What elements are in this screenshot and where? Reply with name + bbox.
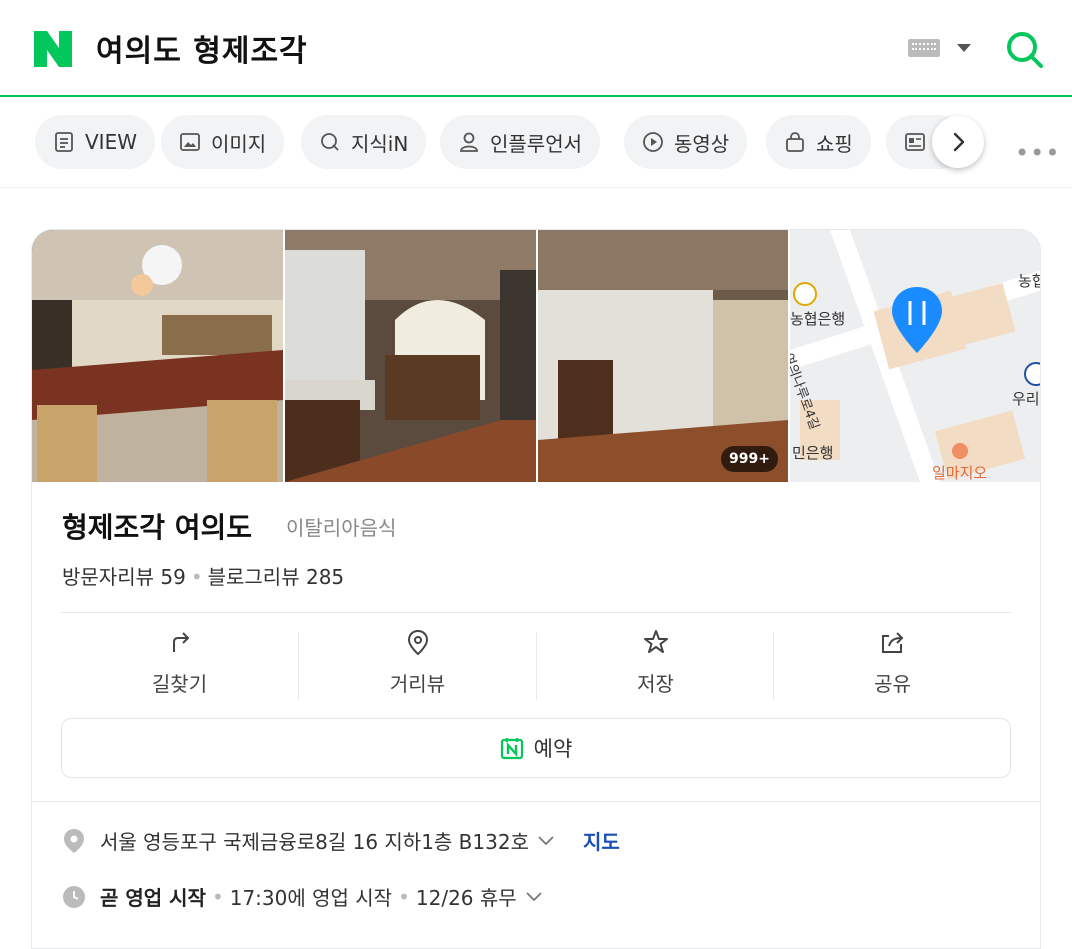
photo-strip: 999+ 농협은행 여의나루로4길 농협 — [32, 230, 1040, 482]
tab-influencer[interactable]: 인플루언서 — [440, 115, 600, 169]
map-label: 우리 — [1012, 390, 1040, 408]
place-category: 이탈리아음식 — [286, 516, 397, 540]
tabs-next-button[interactable] — [932, 116, 984, 168]
save-button[interactable]: 저장 — [537, 628, 774, 702]
streetview-icon — [407, 629, 428, 656]
location-pin-icon — [64, 828, 84, 853]
blog-review-label: 블로그리뷰 — [207, 565, 300, 589]
photo-count-badge[interactable]: 999+ — [721, 446, 778, 472]
tab-video[interactable]: 동영상 — [624, 115, 748, 169]
review-summary: 방문자리뷰 59 • 블로그리뷰 285 — [62, 561, 344, 590]
image-icon — [180, 133, 200, 151]
tab-label: VIEW — [85, 130, 137, 154]
search-icon[interactable] — [1004, 29, 1044, 69]
chevron-down-icon[interactable] — [525, 891, 543, 903]
tab-label: 이미지 — [211, 131, 267, 156]
map-label: 농협은행 — [790, 310, 846, 328]
visitor-review-count: 59 — [160, 565, 186, 589]
streetview-button[interactable]: 거리뷰 — [299, 628, 536, 702]
address-text[interactable]: 서울 영등포구 국제금융로8길 16 지하1층 B132호 — [100, 826, 529, 855]
business-status: 곧 영업 시작 — [100, 886, 206, 910]
reserve-label: 예약 — [533, 737, 573, 761]
map-thumbnail[interactable]: 농협은행 여의나루로4길 농협 우리 일마지오 민은행 — [790, 230, 1040, 482]
play-icon — [643, 132, 663, 152]
tab-kin[interactable]: 지식iN — [301, 115, 427, 169]
tab-shopping[interactable]: 쇼핑 — [766, 115, 871, 169]
share-button[interactable]: 공유 — [774, 628, 1011, 702]
action-label: 공유 — [874, 672, 911, 696]
q-icon — [321, 133, 339, 151]
chevron-right-icon — [953, 132, 965, 152]
map-label: 민은행 — [792, 444, 834, 462]
tab-label: 쇼핑 — [816, 131, 853, 156]
tab-image[interactable]: 이미지 — [161, 115, 285, 169]
naver-logo[interactable] — [34, 31, 72, 67]
person-icon — [460, 132, 478, 152]
chevron-down-icon[interactable] — [537, 835, 555, 847]
map-pin-icon — [892, 287, 942, 353]
separator-dot: • — [398, 884, 410, 909]
action-label: 거리뷰 — [389, 672, 446, 696]
separator-dot: • — [211, 884, 224, 909]
holiday-text[interactable]: 12/26 휴무 — [416, 882, 517, 911]
place-name[interactable]: 형제조각 여의도 — [62, 506, 252, 546]
tab-view[interactable]: VIEW — [35, 115, 155, 169]
blog-review-link[interactable]: 블로그리뷰 285 — [208, 565, 345, 589]
blog-review-count: 285 — [305, 565, 345, 589]
directions-icon — [172, 632, 189, 652]
directions-button[interactable]: 길찾기 — [61, 628, 298, 702]
photo-image — [32, 230, 283, 482]
tab-label: 지식iN — [351, 131, 409, 156]
photo-hallway[interactable]: 999+ — [538, 230, 788, 482]
bag-icon — [786, 132, 804, 152]
separator-dot: • — [190, 565, 203, 589]
news-icon — [905, 133, 925, 151]
photo-image — [285, 230, 536, 482]
map-label: 농협 — [1018, 272, 1040, 290]
tab-label: 동영상 — [674, 131, 730, 156]
divider — [61, 612, 1011, 613]
visitor-review-label: 방문자리뷰 — [62, 565, 154, 589]
visitor-review-link[interactable]: 방문자리뷰 59 — [62, 565, 186, 589]
photo-image — [538, 230, 788, 482]
divider — [32, 801, 1040, 802]
photo-counter[interactable] — [285, 230, 536, 482]
hours-row: 곧 영업 시작 • 17:30에 영업 시작 • 12/26 휴무 — [62, 882, 557, 911]
photo-bar[interactable] — [32, 230, 283, 482]
more-icon[interactable]: ••• — [1015, 139, 1060, 167]
address-row: 서울 영등포구 국제금융로8길 16 지하1층 B132호 지도 — [62, 826, 620, 855]
keyboard-icon[interactable] — [908, 39, 940, 57]
tab-label: 인플루언서 — [490, 131, 582, 156]
reserve-button[interactable]: 예약 — [61, 718, 1011, 778]
share-icon — [881, 632, 903, 653]
clock-icon — [63, 885, 85, 908]
action-label: 길찾기 — [151, 672, 208, 696]
chevron-down-icon[interactable] — [957, 44, 971, 52]
place-card: 999+ 농협은행 여의나루로4길 농협 — [31, 229, 1041, 949]
search-header: 여의도 형제조각 — [0, 0, 1072, 97]
star-icon — [643, 630, 668, 653]
category-tabs: VIEW 이미지 지식iN 인플루언서 동영상 쇼핑 ••• — [0, 99, 1072, 188]
map-link[interactable]: 지도 — [583, 826, 620, 855]
search-query[interactable]: 여의도 형제조각 — [96, 26, 308, 70]
document-icon — [55, 132, 73, 152]
map-label: 일마지오 — [932, 464, 988, 482]
business-hours[interactable]: 17:30에 영업 시작 — [230, 882, 392, 911]
naver-calendar-icon — [500, 738, 523, 760]
action-label: 저장 — [637, 672, 674, 696]
